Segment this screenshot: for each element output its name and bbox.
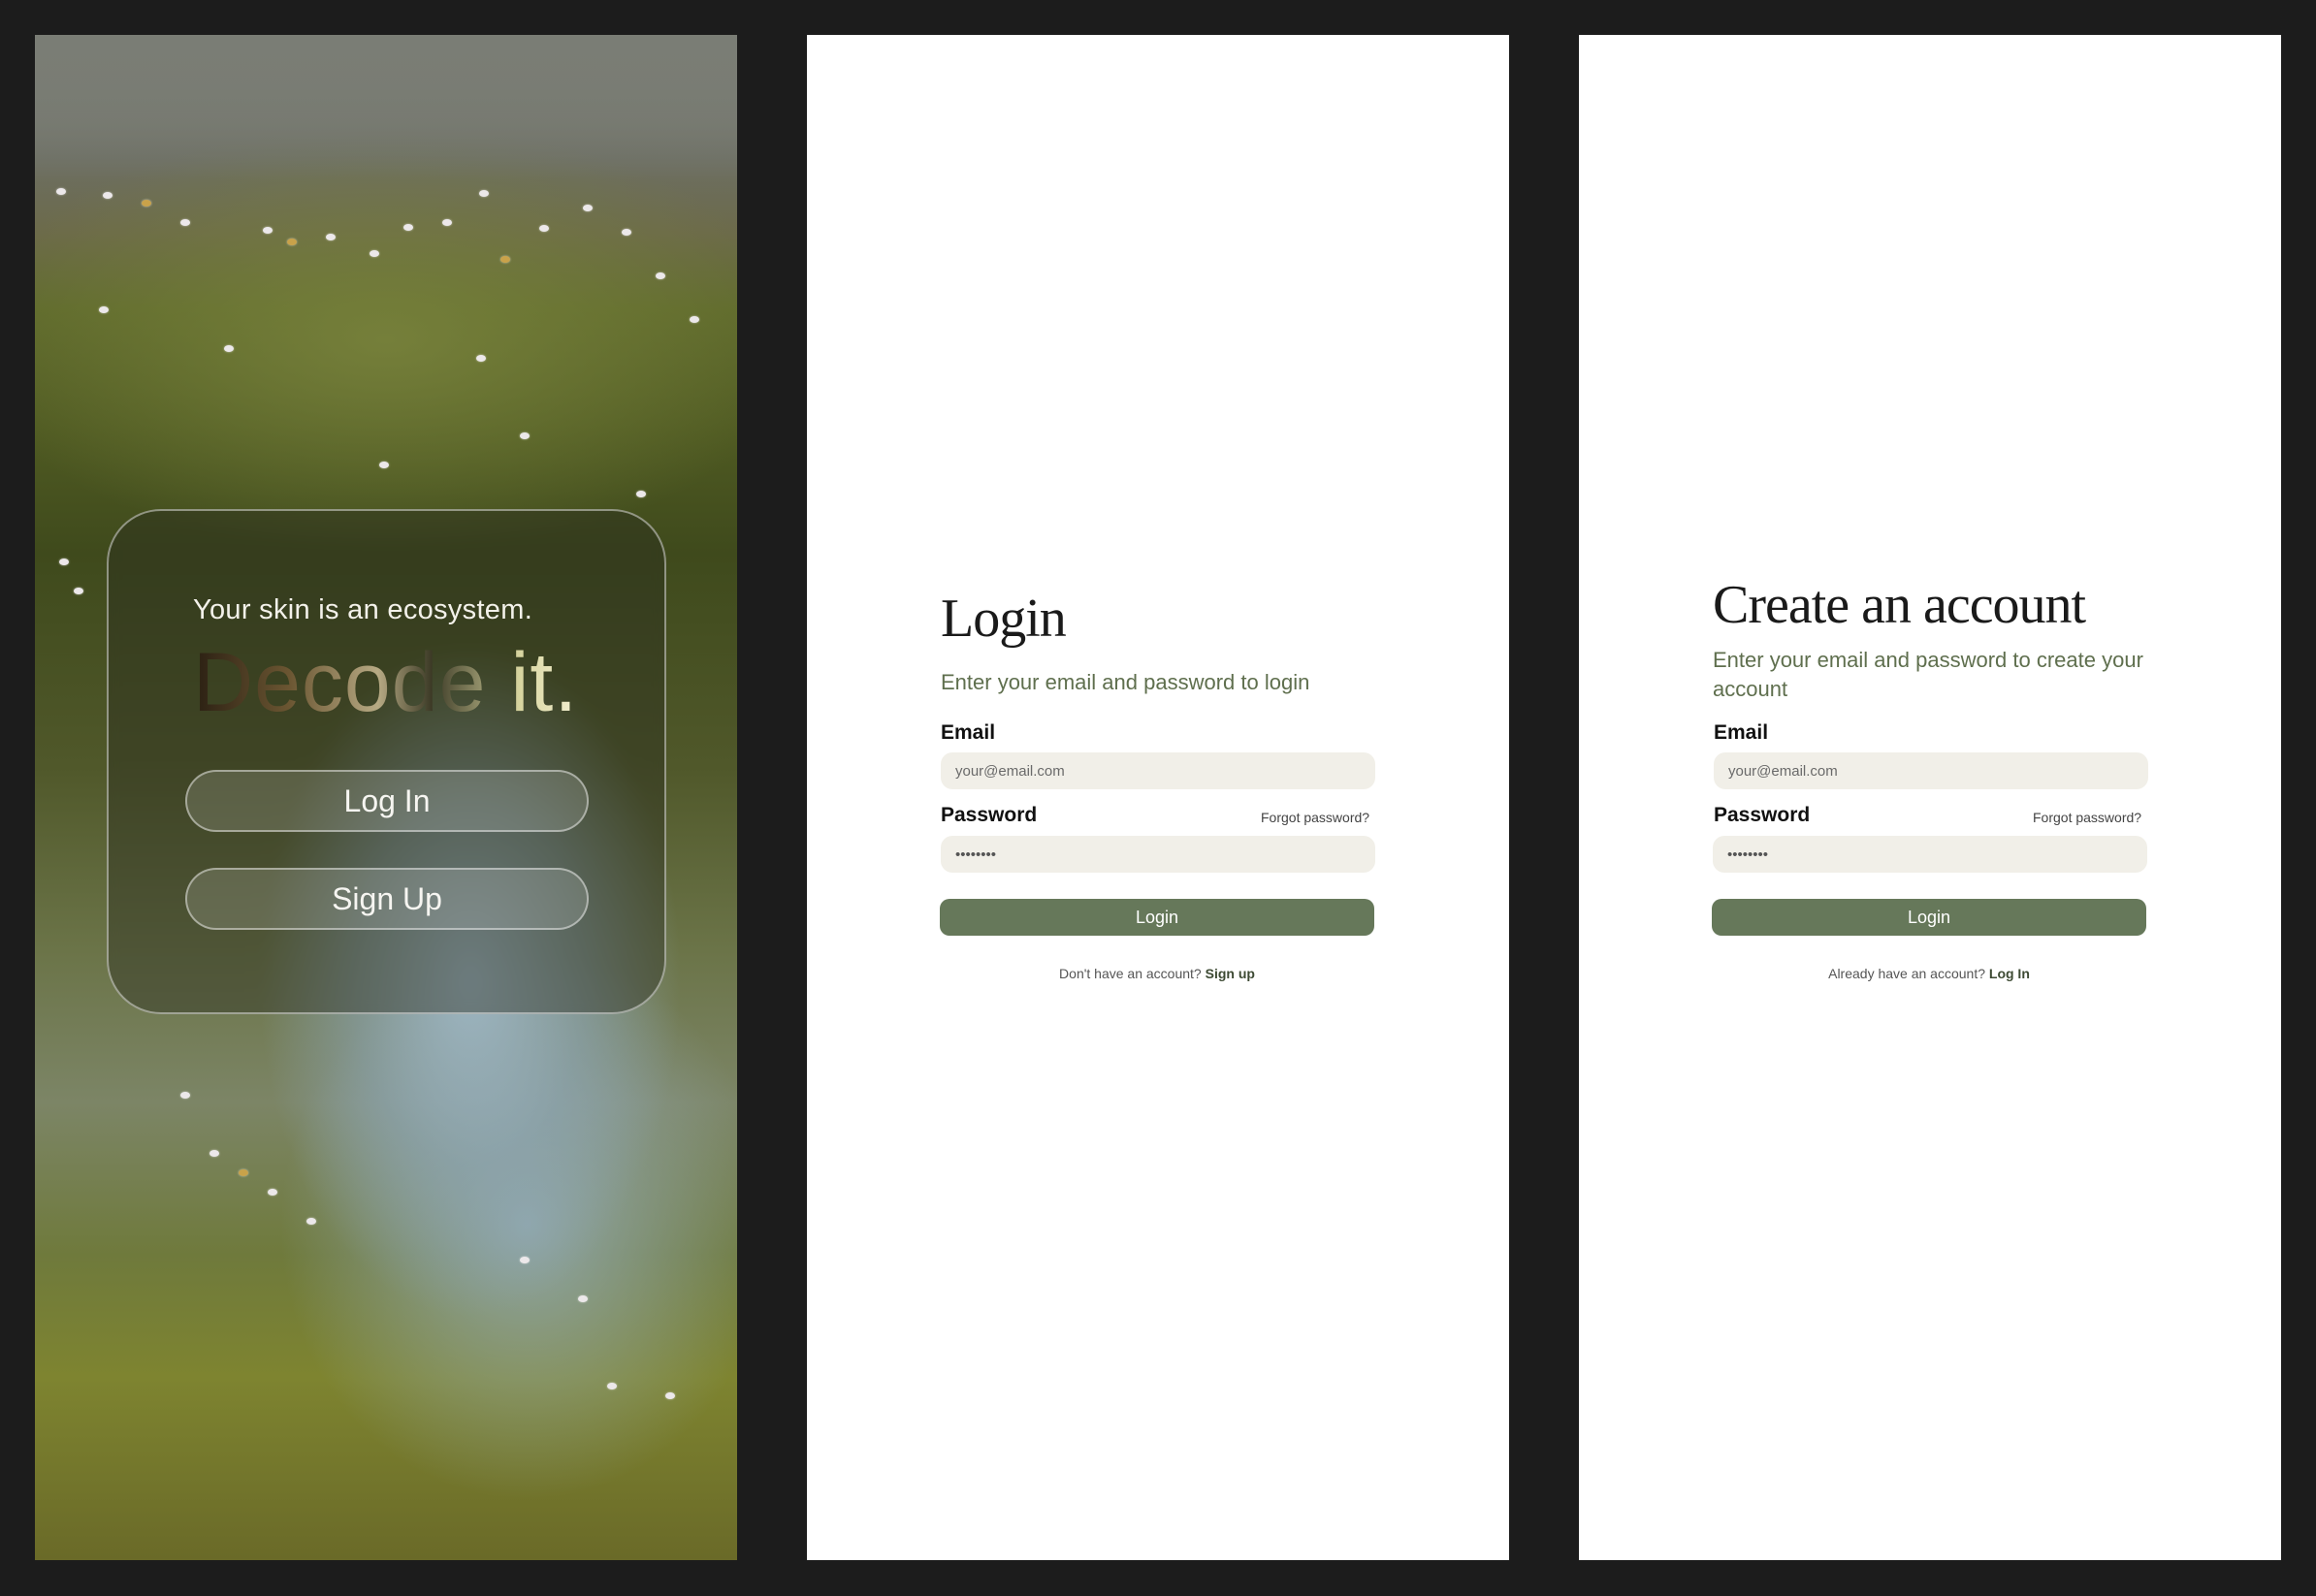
forgot-password-link[interactable]: Forgot password? — [1261, 810, 1369, 825]
signup-prompt-text: Don't have an account? — [1059, 966, 1202, 981]
flower — [74, 588, 83, 594]
flower — [180, 219, 190, 226]
signup-prompt: Don't have an account? Sign up — [940, 966, 1374, 981]
password-label: Password — [1714, 804, 1811, 826]
flower — [665, 1392, 675, 1399]
flower — [209, 1150, 219, 1157]
flower — [476, 355, 486, 362]
flower — [142, 200, 151, 207]
flower — [656, 272, 665, 279]
page-subtitle: Enter your email and password to create … — [1713, 648, 2143, 701]
flower — [379, 462, 389, 468]
tagline: Your skin is an ecosystem. — [193, 594, 533, 625]
flower — [180, 1092, 190, 1099]
flower — [56, 188, 66, 195]
flower — [59, 559, 69, 565]
flower — [224, 345, 234, 352]
flower — [479, 190, 489, 197]
flower — [607, 1383, 617, 1389]
flower — [578, 1295, 588, 1302]
login-prompt: Already have an account? Log In — [1712, 966, 2146, 981]
signup-screen: Create an account Enter your email and p… — [1579, 35, 2281, 1560]
email-label: Email — [1714, 721, 1769, 744]
flower — [690, 316, 699, 323]
background-haze — [35, 35, 737, 180]
flower — [103, 192, 113, 199]
flower — [239, 1169, 248, 1176]
password-label: Password — [941, 804, 1038, 826]
welcome-screen: Your skin is an ecosystem. Decode it. Lo… — [35, 35, 737, 1560]
flower — [268, 1189, 277, 1196]
signup-button[interactable]: Sign Up — [185, 868, 589, 930]
page-subtitle: Enter your email and password to login — [941, 670, 1310, 694]
login-button[interactable]: Log In — [185, 770, 589, 832]
signup-submit-button[interactable]: Login — [1712, 899, 2146, 936]
email-label: Email — [941, 721, 996, 744]
password-field[interactable] — [1713, 836, 2147, 873]
login-link[interactable]: Log In — [1989, 966, 2030, 981]
flower — [326, 234, 336, 240]
flower — [403, 224, 413, 231]
flower — [370, 250, 379, 257]
forgot-password-link[interactable]: Forgot password? — [2033, 810, 2141, 825]
email-field[interactable] — [941, 752, 1375, 789]
page-title: Create an account — [1713, 575, 2086, 635]
flower — [500, 256, 510, 263]
flower — [622, 229, 631, 236]
flower — [442, 219, 452, 226]
email-field[interactable] — [1714, 752, 2148, 789]
welcome-card: Your skin is an ecosystem. Decode it. Lo… — [107, 509, 666, 1014]
flower — [306, 1218, 316, 1225]
login-submit-button[interactable]: Login — [940, 899, 1374, 936]
flower — [636, 491, 646, 497]
login-screen: Login Enter your email and password to l… — [807, 35, 1509, 1560]
page-title: Login — [941, 589, 1067, 649]
flower — [583, 205, 593, 211]
flower — [99, 306, 109, 313]
password-field[interactable] — [941, 836, 1375, 873]
login-prompt-text: Already have an account? — [1828, 966, 1985, 981]
flower — [263, 227, 273, 234]
flower — [287, 239, 297, 245]
flower — [539, 225, 549, 232]
hero-heading: Decode it. — [193, 636, 579, 729]
flower — [520, 1257, 530, 1263]
signup-link[interactable]: Sign up — [1206, 966, 1255, 981]
flower — [520, 432, 530, 439]
